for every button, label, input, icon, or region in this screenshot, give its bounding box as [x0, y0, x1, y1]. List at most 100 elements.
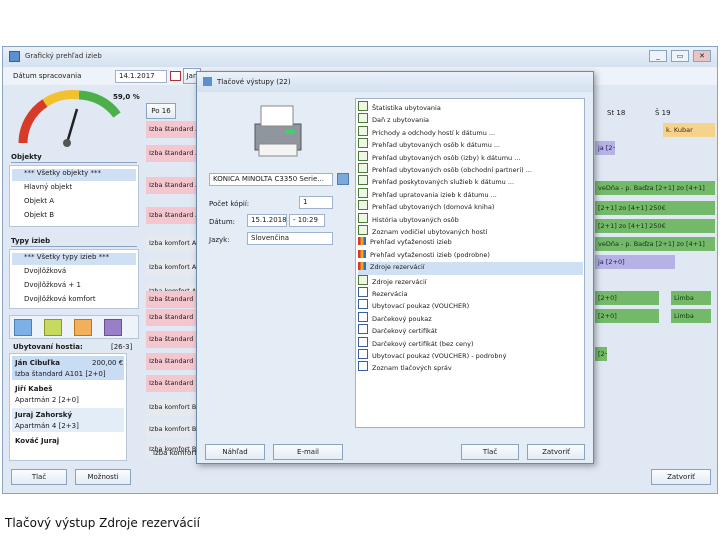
report-item[interactable]: Darčekový certifikát	[358, 324, 583, 336]
guest-item[interactable]: Juraj Zahorský Apartmán 4 [2+3]	[12, 408, 124, 432]
printer-settings-icon[interactable]	[337, 173, 349, 185]
reservation-bar[interactable]: [2+0]	[595, 347, 607, 361]
room-row[interactable]: Izba štandard B	[146, 309, 202, 326]
guest-item[interactable]: Jiří Kabeš Apartmán 2 [2+0]	[12, 382, 124, 406]
report-item[interactable]: Prehľad ubytovaných osôb (izby) k dátumu…	[358, 150, 583, 163]
reservation-bar[interactable]: [2+1] zo [4+1] 250€	[595, 219, 715, 233]
room-row[interactable]: Izba štandard A	[146, 145, 202, 162]
room-type-item-double[interactable]: Dvojlôžková	[12, 267, 66, 279]
report-label: Darčekový certifikát	[372, 327, 438, 336]
guest-tab-icon-3[interactable]	[74, 319, 92, 336]
object-item-main[interactable]: Hlavný objekt	[12, 183, 72, 195]
reservation-bar[interactable]: veDňa - p. Baďza [2+1] zo [4+1]	[595, 181, 715, 195]
reservation-bar[interactable]: k. Kubar	[663, 123, 715, 137]
report-item-selected[interactable]: Zdroje rezervácií	[358, 262, 583, 275]
dialog-print-button[interactable]: Tlač	[461, 444, 519, 460]
report-item[interactable]: Príchody a odchody hostí k dátumu ...	[358, 125, 583, 138]
report-item[interactable]: Prehľad ubytovaných osôb k dátumu ...	[358, 138, 583, 150]
printer-icon	[254, 105, 302, 157]
report-label: Darčekový certifikát (bez ceny)	[372, 339, 474, 348]
room-row[interactable]: Izba štandard B	[146, 375, 202, 392]
date-label-dialog: Dátum:	[209, 218, 236, 226]
restore-button[interactable]: ▭	[671, 50, 689, 62]
time-input-dialog[interactable]: - 10:29	[289, 214, 325, 227]
report-label: Zoznam vodičiel ubytovaných hostí	[372, 228, 488, 236]
reservation-bar[interactable]: ja [2+0]	[595, 141, 615, 155]
room-row[interactable]: Izba štandard B	[146, 331, 202, 348]
room-row[interactable]: Izba štandard B	[146, 353, 202, 370]
report-label: Zdroje rezervácií	[370, 263, 425, 272]
reservation-bar[interactable]: Limba	[671, 291, 711, 305]
options-button[interactable]: Možnosti	[75, 469, 131, 485]
report-item[interactable]: Štatistika ubytovania	[358, 101, 583, 113]
report-label: Prehľad ubytovaných osôb k dátumu ...	[372, 141, 501, 150]
room-row[interactable]: Izba štandard A	[146, 207, 202, 224]
document-icon	[358, 175, 368, 186]
reservation-bar[interactable]: veDňa - p. Baďza [2+1] zo [4+1]	[595, 237, 715, 251]
room-row[interactable]: Izba komfort B1	[146, 399, 202, 416]
report-item[interactable]: Prehľad poskytovaných služieb k dátumu .…	[358, 175, 583, 187]
object-item-all[interactable]: *** Všetky objekty ***	[12, 169, 136, 181]
report-item[interactable]: Darčekový poukaz	[358, 311, 583, 324]
dialog-close-button[interactable]: Zatvoriť	[527, 444, 585, 460]
close-main-button[interactable]: Zatvoriť	[651, 469, 711, 485]
report-item[interactable]: Zoznam tlačových správ	[358, 361, 583, 373]
room-row[interactable]: Izba štandard A	[146, 121, 202, 138]
minimize-button[interactable]: _	[649, 50, 667, 62]
guest-amount: 200,00 €	[92, 359, 124, 367]
reservation-bar[interactable]: [2+0]	[595, 291, 659, 305]
report-item[interactable]: Prehľad upratovania izieb k dátumu ...	[358, 187, 583, 200]
guest-tab-icon-4[interactable]	[104, 319, 122, 336]
reservation-bar[interactable]: Limba	[671, 309, 711, 323]
close-button[interactable]: ✕	[693, 50, 711, 62]
report-item[interactable]: Zoznam vodičiel ubytovaných hostí	[358, 225, 583, 237]
guest-tab-icon-2[interactable]	[44, 319, 62, 336]
preview-button[interactable]: Náhľad	[205, 444, 265, 460]
print-button[interactable]: Tlač	[11, 469, 67, 485]
print-dialog: Tlačové výstupy (22) KONICA MINOLTA C335…	[196, 71, 594, 464]
room-row[interactable]: Izba komfort A2	[146, 259, 202, 276]
room-type-item-double-plus[interactable]: Dvojlôžková + 1	[12, 281, 81, 293]
room-row[interactable]: Izba štandard A	[146, 177, 202, 194]
report-item[interactable]: História ubytovaných osôb	[358, 212, 583, 225]
object-item-b[interactable]: Objekt B	[12, 211, 54, 223]
reservation-bar[interactable]: ja [2+0]	[595, 255, 675, 269]
room-type-item-all[interactable]: *** Všetky typy izieb ***	[12, 253, 136, 265]
guest-item[interactable]: Ján Cibuľka 200,00 € Izba štandard A101 …	[12, 356, 124, 380]
report-item[interactable]: Prehľad vyťaženosti izieb (podrobne)	[358, 249, 583, 262]
document-icon	[358, 113, 368, 124]
printer-select[interactable]: KONICA MINOLTA C3350 Serie...	[209, 173, 333, 186]
calendar-icon[interactable]	[170, 71, 181, 81]
report-item[interactable]: Prehľad vyťaženosti izieb	[358, 237, 583, 249]
report-item[interactable]: Prehľad ubytovaných osôb (obchodní partn…	[358, 163, 583, 175]
room-row[interactable]: Izba komfort A1	[146, 235, 202, 252]
report-item[interactable]: Daň z ubytovania	[358, 113, 583, 125]
report-item[interactable]: Ubytovací poukaz (VOUCHER)	[358, 299, 583, 311]
report-item[interactable]: Ubytovací poukaz (VOUCHER) - podrobný	[358, 349, 583, 361]
room-row[interactable]: Izba komfort B1	[146, 421, 202, 438]
lang-select[interactable]: Slovenčina	[247, 232, 333, 245]
object-item-a[interactable]: Objekt A	[12, 197, 54, 209]
copies-input[interactable]: 1	[299, 196, 333, 209]
report-item[interactable]: Rezervácia	[358, 287, 583, 299]
guest-tab-icon-1[interactable]	[14, 319, 32, 336]
report-item[interactable]: Darčekový certifikát (bez ceny)	[358, 336, 583, 349]
report-item[interactable]: Prehľad ubytovaných (domová kniha)	[358, 200, 583, 212]
reservation-bar[interactable]: [2+0]	[595, 309, 659, 323]
date-input-dialog[interactable]: 15.1.2018	[247, 214, 287, 227]
col-header-s: Š 19	[655, 109, 671, 117]
lang-label: Jazyk:	[209, 236, 230, 244]
email-button[interactable]: E-mail	[273, 444, 343, 460]
room-type-item-double-comfort[interactable]: Dvojlôžková komfort	[12, 295, 96, 307]
document-icon	[358, 212, 368, 223]
guest-tab-strip	[9, 315, 139, 339]
date-input[interactable]: 14.1.2017	[115, 70, 167, 83]
document-icon	[358, 225, 368, 235]
dialog-icon	[203, 77, 212, 86]
report-item[interactable]: Zdroje rezervácií	[358, 274, 583, 287]
day-button[interactable]: Po 16	[146, 103, 176, 119]
room-types-list: *** Všetky typy izieb *** Dvojlôžková Dv…	[9, 249, 139, 309]
guest-item[interactable]: Kováč Juraj	[12, 434, 124, 458]
room-row[interactable]: Izba štandard B	[146, 291, 202, 308]
reservation-bar[interactable]: [2+1] zo [4+1] 250€	[595, 201, 715, 215]
